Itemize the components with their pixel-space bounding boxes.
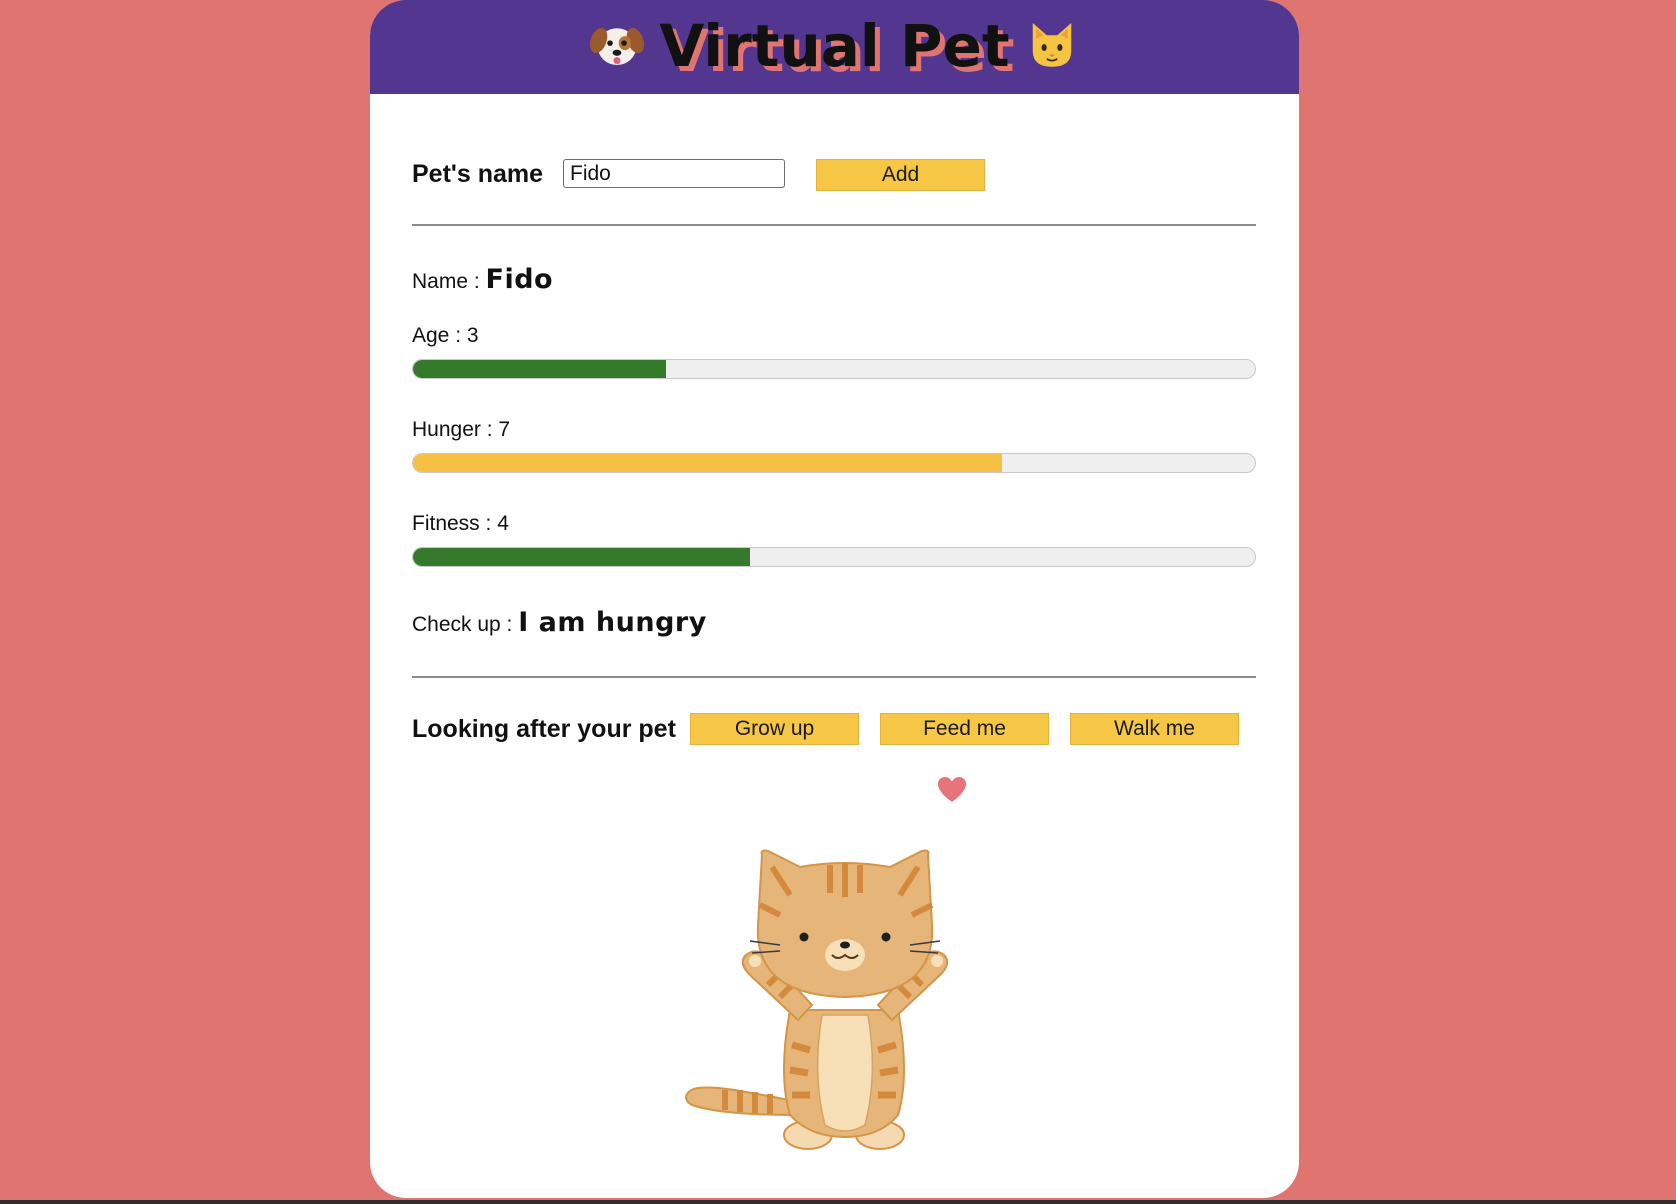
hunger-progress-fill — [413, 454, 1003, 472]
age-progress-fill — [413, 360, 666, 378]
care-label: Looking after your pet — [412, 715, 676, 743]
divider-bottom — [412, 676, 1256, 678]
cat-illustration — [685, 849, 949, 1150]
fitness-progress-fill — [413, 548, 750, 566]
age-progress-bar — [412, 359, 1256, 379]
pet-name-label: Pet's name — [412, 160, 544, 188]
window-bottom-edge — [0, 1200, 1676, 1204]
name-stat: Name : Fido — [412, 264, 553, 295]
walk-me-button[interactable]: Walk me — [1070, 713, 1239, 745]
grow-up-button[interactable]: Grow up — [690, 713, 859, 745]
app-title: Virtual Pet — [370, 10, 1299, 82]
app-header: Virtual Pet — [370, 0, 1299, 94]
hunger-label: Hunger : 7 — [412, 418, 511, 441]
checkup-stat-value: I am hungry — [518, 607, 707, 638]
fitness-progress-bar — [412, 547, 1256, 567]
name-stat-value: Fido — [485, 264, 554, 295]
age-label: Age : 3 — [412, 324, 479, 347]
add-button[interactable]: Add — [816, 159, 985, 191]
pet-name-input[interactable] — [563, 159, 785, 188]
checkup-stat-label: Check up : — [412, 613, 519, 636]
pet-card: Virtual Pet Pet's name Add Name : Fido A… — [370, 0, 1299, 1198]
heart-icon — [938, 777, 966, 802]
cat-face-icon — [1032, 23, 1071, 67]
name-stat-label: Name : — [412, 270, 486, 293]
dog-face-icon — [590, 27, 645, 65]
divider-top — [412, 224, 1256, 226]
feed-me-button[interactable]: Feed me — [880, 713, 1049, 745]
checkup-stat: Check up : I am hungry — [412, 607, 707, 638]
fitness-label: Fitness : 4 — [412, 512, 509, 535]
hunger-progress-bar — [412, 453, 1256, 473]
